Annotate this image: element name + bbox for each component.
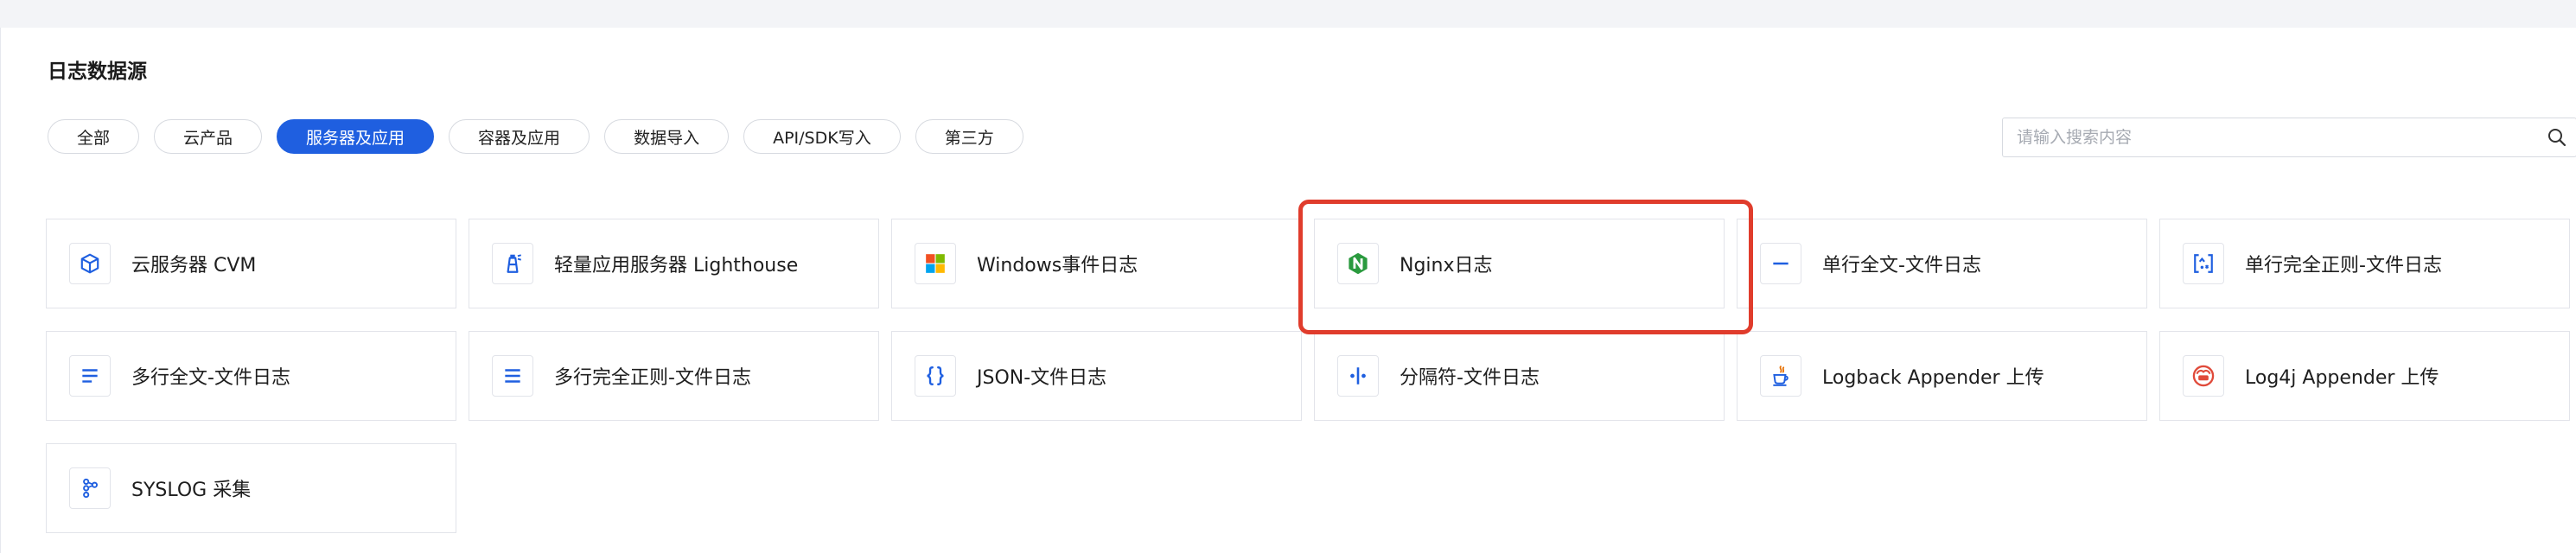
source-card-label: SYSLOG 采集 — [131, 480, 252, 501]
json-braces-icon — [915, 355, 956, 397]
source-card-single-line[interactable]: 单行全文-文件日志 — [1737, 219, 2147, 308]
source-card-label: JSON-文件日志 — [977, 367, 1107, 389]
filter-chip-containers-apps[interactable]: 容器及应用 — [449, 119, 590, 154]
source-card-label: Nginx日志 — [1400, 255, 1493, 276]
source-card-nginx[interactable]: Nginx日志 — [1314, 219, 1725, 308]
log4j-icon — [2183, 355, 2224, 397]
datasource-grid: 云服务器 CVM 轻量应用服务器 Lighthouse Windows事件日志 — [46, 219, 2570, 533]
filter-chip-data-import[interactable]: 数据导入 — [604, 119, 730, 154]
nginx-icon — [1337, 243, 1379, 284]
source-card-single-line-regex[interactable]: 单行完全正则-文件日志 — [2159, 219, 2570, 308]
source-card-label: Log4j Appender 上传 — [2245, 367, 2439, 389]
single-line-icon — [1760, 243, 1801, 284]
source-card-label: 分隔符-文件日志 — [1400, 367, 1540, 389]
source-card-multi-line-regex[interactable]: 多行完全正则-文件日志 — [469, 331, 879, 421]
source-card-log4j[interactable]: Log4j Appender 上传 — [2159, 331, 2570, 421]
search-box — [2002, 118, 2576, 157]
regex-icon — [2183, 243, 2224, 284]
filter-chip-cloud-products[interactable]: 云产品 — [154, 119, 263, 154]
delimiter-icon — [1337, 355, 1379, 397]
multi-line-regex-icon — [492, 355, 533, 397]
source-card-delimiter[interactable]: 分隔符-文件日志 — [1314, 331, 1725, 421]
source-card-windows-events[interactable]: Windows事件日志 — [891, 219, 1302, 308]
source-card-label: Logback Appender 上传 — [1822, 367, 2044, 389]
lighthouse-icon — [492, 243, 533, 284]
source-card-multi-line[interactable]: 多行全文-文件日志 — [46, 331, 456, 421]
multi-line-icon — [69, 355, 111, 397]
syslog-icon — [69, 467, 111, 509]
source-card-json[interactable]: JSON-文件日志 — [891, 331, 1302, 421]
filter-chip-api-sdk[interactable]: API/SDK写入 — [743, 119, 901, 154]
filter-chip-third-party[interactable]: 第三方 — [915, 119, 1023, 154]
source-card-label: 单行完全正则-文件日志 — [2245, 255, 2442, 276]
filter-chip-all[interactable]: 全部 — [48, 119, 140, 154]
source-card-label: 单行全文-文件日志 — [1822, 255, 1981, 276]
filter-chip-servers-apps[interactable]: 服务器及应用 — [277, 119, 435, 154]
section-title: 日志数据源 — [48, 60, 147, 83]
source-card-cvm[interactable]: 云服务器 CVM — [46, 219, 456, 308]
filter-tabs: 全部 云产品 服务器及应用 容器及应用 数据导入 API/SDK写入 第三方 — [48, 119, 1023, 154]
source-card-label: 多行全文-文件日志 — [131, 367, 290, 389]
source-card-label: 云服务器 CVM — [131, 255, 257, 276]
search-icon[interactable] — [2538, 118, 2576, 156]
source-card-label: 轻量应用服务器 Lighthouse — [554, 255, 799, 276]
cvm-icon — [69, 243, 111, 284]
source-card-syslog[interactable]: SYSLOG 采集 — [46, 443, 456, 533]
search-input[interactable] — [2003, 118, 2538, 156]
source-card-label: Windows事件日志 — [977, 255, 1138, 276]
source-card-logback[interactable]: Logback Appender 上传 — [1737, 331, 2147, 421]
windows-icon — [915, 243, 956, 284]
source-card-lighthouse[interactable]: 轻量应用服务器 Lighthouse — [469, 219, 879, 308]
source-card-label: 多行完全正则-文件日志 — [554, 367, 751, 389]
java-cup-icon — [1760, 355, 1801, 397]
